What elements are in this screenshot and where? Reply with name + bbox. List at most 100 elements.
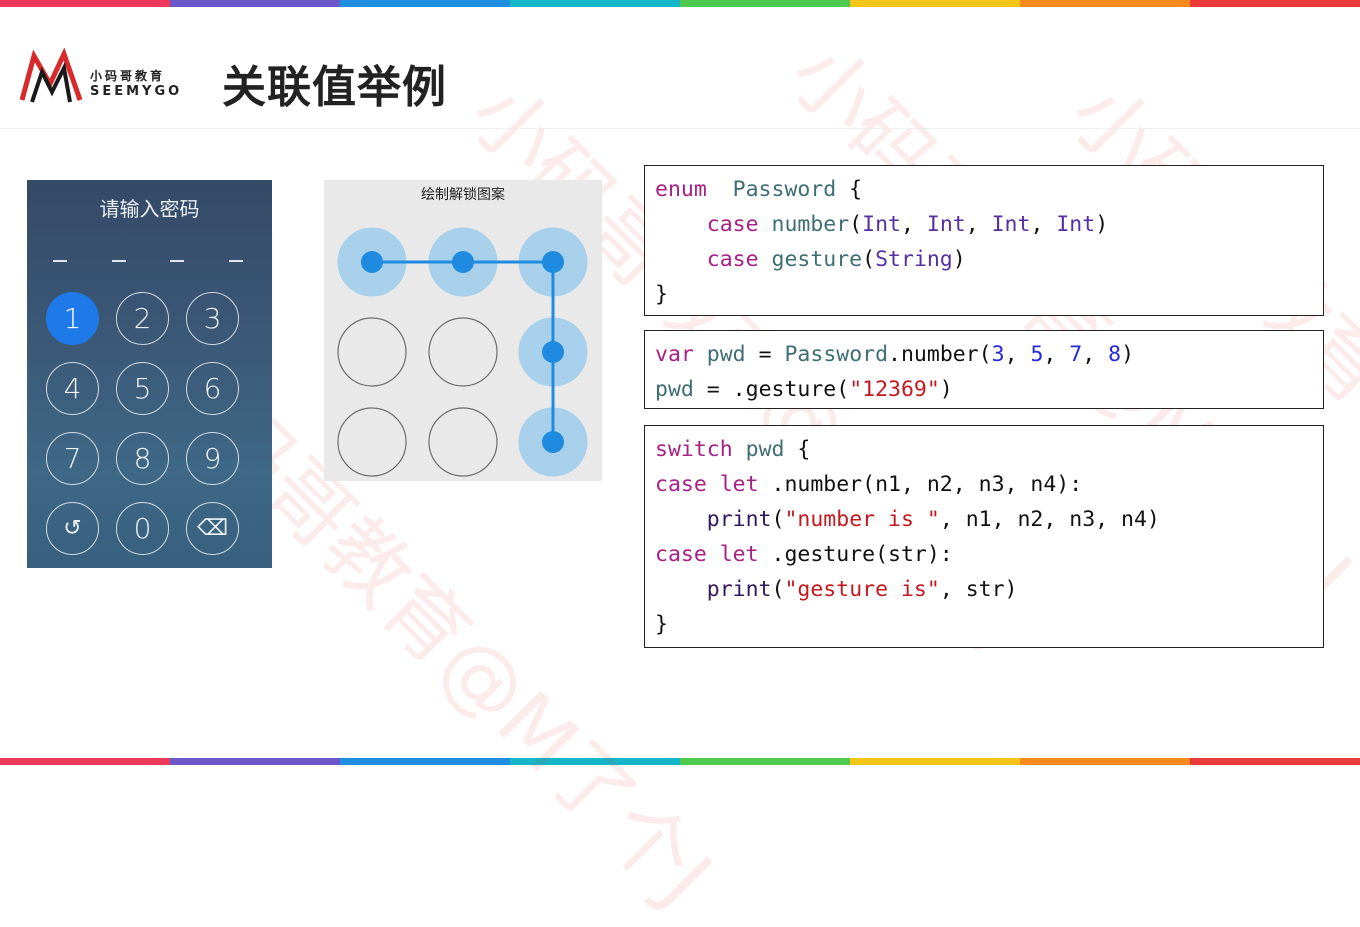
header-divider [0, 128, 1360, 129]
pattern-node [337, 317, 407, 387]
stripe-segment [850, 758, 1020, 765]
code-token: "number is " [784, 507, 940, 532]
code-token: ) [952, 247, 966, 272]
code-token: pwd [706, 342, 746, 367]
code-token: ( [849, 212, 863, 237]
logo-english-text: SEEMYGO [90, 84, 183, 99]
code-line: switch pwd { [655, 432, 1323, 467]
stripe-segment [1020, 0, 1190, 7]
code-token: , n1, n2, n3, n4) [939, 507, 1160, 532]
stripe-segment [340, 0, 510, 7]
stripe-segment [680, 758, 850, 765]
code-line: } [655, 607, 1323, 642]
pattern-node-dot [452, 251, 474, 273]
code-block-switch: switch pwd {case let .number(n1, n2, n3,… [644, 425, 1324, 648]
code-token: , [1082, 342, 1109, 367]
code-token: , [900, 212, 927, 237]
code-token: case [706, 247, 759, 272]
code-token: let [719, 542, 759, 567]
logo-chinese-text: 小码哥教育 [90, 69, 166, 83]
code-token: "gesture is" [784, 577, 940, 602]
code-token: pwd [655, 377, 694, 402]
code-token: , [1043, 342, 1070, 367]
keypad-title: 请输入密码 [99, 197, 200, 221]
code-token: { [784, 437, 811, 462]
stripe-segment [850, 0, 1020, 7]
code-token: } [655, 612, 668, 637]
keypad-key: 4 [46, 362, 99, 415]
stripe-segment [0, 758, 170, 765]
keypad-key: ⌫ [186, 502, 239, 555]
code-token: 3 [991, 342, 1005, 367]
passcode-dash [170, 260, 185, 262]
code-token: ( [771, 507, 785, 532]
code-token: .number( [888, 342, 992, 367]
code-line: case let .number(n1, n2, n3, n4): [655, 467, 1323, 502]
code-block-assignment: var pwd = Password.number(3, 5, 7, 8) pwd… [644, 330, 1324, 409]
pattern-node-dot [542, 431, 564, 453]
code-token: number [771, 212, 850, 237]
code-token: , [1004, 342, 1031, 367]
code-token: ( [862, 247, 876, 272]
passcode-dash [111, 260, 126, 262]
pattern-node [428, 407, 498, 477]
code-token: case [706, 212, 759, 237]
code-token: let [719, 472, 759, 497]
code-line: print("number is ", n1, n2, n3, n4) [655, 502, 1323, 537]
stripe-segment [170, 0, 340, 7]
code-token: enum [655, 177, 707, 202]
stripe-segment [170, 758, 340, 765]
stripe-segment [680, 0, 850, 7]
stripe-segment [1190, 0, 1360, 7]
code-line: enum Password { [655, 172, 1323, 207]
code-token: var [655, 342, 694, 367]
code-token: String [875, 247, 953, 272]
pattern-node [337, 407, 407, 477]
keypad-key: 6 [186, 362, 239, 415]
stripe-segment [0, 0, 170, 7]
code-token: ( [771, 577, 785, 602]
pattern-node-dot [361, 251, 383, 273]
pattern-node-dot [542, 341, 564, 363]
passcode-dash [228, 260, 243, 262]
pattern-grid [337, 227, 588, 477]
code-token: , str) [939, 577, 1018, 602]
code-token: Int [1056, 212, 1096, 237]
keypad-key: 5 [116, 362, 169, 415]
pattern-lock-image: 绘制解锁图案 [324, 180, 602, 481]
code-token: .number(n1, n2, n3, n4): [758, 472, 1083, 497]
code-token: Int [862, 212, 901, 237]
code-token: case [655, 472, 707, 497]
code-token: .gesture(str): [758, 542, 953, 567]
code-block-enum: enum Password { case number(Int, Int, In… [644, 165, 1324, 316]
stripe-segment [510, 758, 680, 765]
stripe-segment [1190, 758, 1360, 765]
code-token: Password [784, 342, 889, 367]
code-line: } [655, 277, 1323, 312]
code-token: { [836, 177, 863, 202]
keypad-key: 1 [46, 292, 99, 345]
stripe-segment [510, 0, 680, 7]
pattern-node [428, 317, 498, 387]
code-line: case gesture(String) [655, 242, 1323, 277]
code-line: case let .gesture(str): [655, 537, 1323, 572]
keypad-key: ↺ [46, 502, 99, 555]
code-token: gesture [771, 247, 863, 272]
code-token: ) [1121, 342, 1135, 367]
passcode-dash [53, 260, 67, 262]
m-logo-icon [19, 47, 83, 103]
code-token: "12369" [849, 377, 940, 402]
keypad-key: 7 [46, 432, 99, 485]
seemygo-logo: 小码哥教育 SEEMYGO [19, 47, 200, 106]
code-line: case number(Int, Int, Int, Int) [655, 207, 1323, 242]
